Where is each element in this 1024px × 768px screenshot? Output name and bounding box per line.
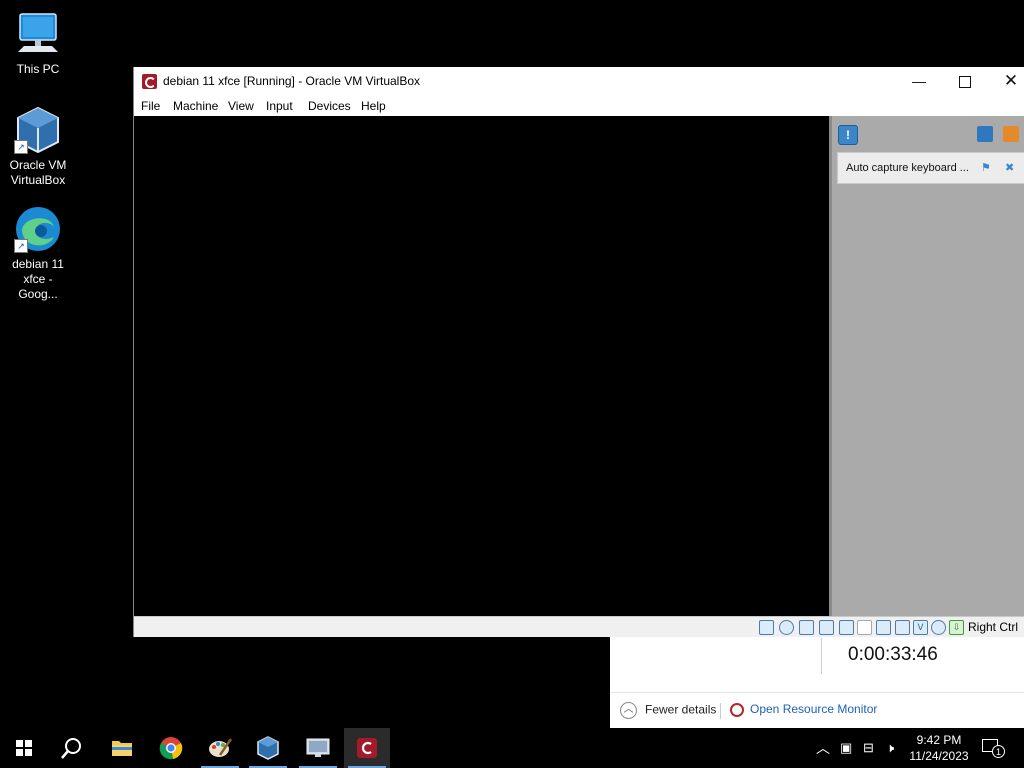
tray-virtualbox-icon[interactable]: ▣ [840,741,852,755]
maximize-button[interactable] [942,67,988,95]
volume-muted-icon[interactable]: 🕨 [886,741,894,755]
menu-help[interactable]: Help [361,99,386,113]
taskbar-debian-vm[interactable] [344,728,390,768]
uptime-value: 0:00:33:46 [848,644,938,665]
optical-drive-icon[interactable] [779,620,794,635]
notification-count-badge: 1 [992,745,1005,758]
clock-date: 11/24/2023 [909,749,969,763]
notification-center-button[interactable]: ! [838,125,858,145]
close-notification-icon[interactable]: ✖ [1005,163,1016,174]
start-button[interactable] [0,728,46,768]
taskbar-file-explorer[interactable] [99,728,145,768]
paint-icon [209,738,232,757]
audio-icon[interactable] [799,620,814,635]
sort-icon[interactable] [977,126,993,142]
menu-input[interactable]: Input [266,99,293,113]
maximize-icon [959,76,971,89]
host-key-label: Right Ctrl [968,620,1019,634]
start-icon [16,740,32,756]
desktop-icon-label: debian 11 xfce - Goog... [12,257,64,301]
show-hidden-icons-button[interactable]: ︿ [816,741,830,755]
notification-item[interactable]: Auto capture keyboard ... ⚑ ✖ [837,152,1024,184]
virtualbox-icon: ↗ [14,106,62,154]
video-capture-icon[interactable] [895,620,910,635]
mouse-integration-icon[interactable] [931,620,946,635]
search-icon [61,738,81,759]
cpu-icon[interactable]: V [913,620,928,635]
network-icon[interactable] [819,620,834,635]
title-bar[interactable]: debian 11 xfce [Running] - Oracle VM Vir… [134,67,1024,95]
shared-folders-icon[interactable] [857,620,872,635]
taskbar-remote-desktop[interactable] [295,728,341,768]
fewer-details-label: Fewer details [645,702,717,717]
menu-file[interactable]: File [141,99,160,113]
file-explorer-icon [112,741,132,756]
taskbar-chrome[interactable] [148,728,194,768]
menu-view[interactable]: View [228,99,254,113]
close-button[interactable]: ✕ [988,67,1024,95]
status-bar: V ⇩ Right Ctrl [134,616,1024,637]
this-pc-icon [14,10,62,58]
toggle-pin-icon[interactable]: ⚑ [981,163,992,174]
window-title: debian 11 xfce [Running] - Oracle VM Vir… [163,74,421,88]
resource-monitor-icon [730,702,744,717]
desktop-icon-virtualbox[interactable]: ↗ Oracle VM VirtualBox [2,106,74,188]
chrome-icon [159,737,183,760]
virtualbox-icon [257,736,279,760]
notification-text: Auto capture keyboard ... [846,162,969,174]
edge-icon: ↗ [14,205,62,253]
clock[interactable]: 9:42 PM 11/24/2023 [904,732,974,764]
shortcut-arrow-icon: ↗ [14,239,28,253]
menu-bar: File Machine View Input Devices Help [134,95,1024,116]
desktop-icon-this-pc[interactable]: This PC [2,10,74,77]
remote-desktop-icon [306,738,330,757]
divider [821,638,822,674]
virtualbox-vm-window: debian 11 xfce [Running] - Oracle VM Vir… [133,67,1024,637]
clock-time: 9:42 PM [916,733,962,747]
menu-devices[interactable]: Devices [308,99,351,113]
taskbar-virtualbox[interactable] [245,728,291,768]
desktop-icon-label: This PC [16,62,60,76]
hard-disk-icon[interactable] [759,620,774,635]
taskbar-paint[interactable] [197,728,243,768]
desktop-icon-edge-shortcut[interactable]: ↗ debian 11 xfce - Goog... [2,205,74,302]
fewer-details-button[interactable]: ︿ Fewer details [620,702,716,719]
search-button[interactable] [48,728,94,768]
action-center-button[interactable]: 1 [982,739,1005,758]
minimize-button[interactable]: — [896,67,942,95]
chevron-up-icon: ︿ [620,702,637,719]
menu-machine[interactable]: Machine [173,99,218,113]
debian-vm-icon [142,74,157,89]
task-manager-window: 0:00:33:46 ︿ Fewer details Open Resource … [610,636,1024,728]
shortcut-arrow-icon: ↗ [14,140,28,154]
open-resource-monitor-label: Open Resource Monitor [750,702,878,716]
network-icon[interactable]: ⊟ [863,741,874,755]
display-icon[interactable] [876,620,891,635]
keyboard-capture-icon[interactable]: ⇩ [949,620,964,635]
debian-vm-icon [357,738,377,758]
open-resource-monitor-link[interactable]: Open Resource Monitor [730,702,877,717]
notification-center-panel: ! Auto capture keyboard ... ⚑ ✖ [829,116,1024,616]
desktop-icon-label: Oracle VM VirtualBox [9,158,67,187]
dismiss-all-icon[interactable] [1003,126,1019,142]
taskbar: ︿ ▣ ⊟ 🕨 9:42 PM 11/24/2023 1 [0,728,1024,768]
usb-icon[interactable] [839,620,854,635]
guest-display[interactable] [134,116,829,616]
divider [720,703,721,719]
task-manager-footer: ︿ Fewer details Open Resource Monitor [610,692,1024,729]
